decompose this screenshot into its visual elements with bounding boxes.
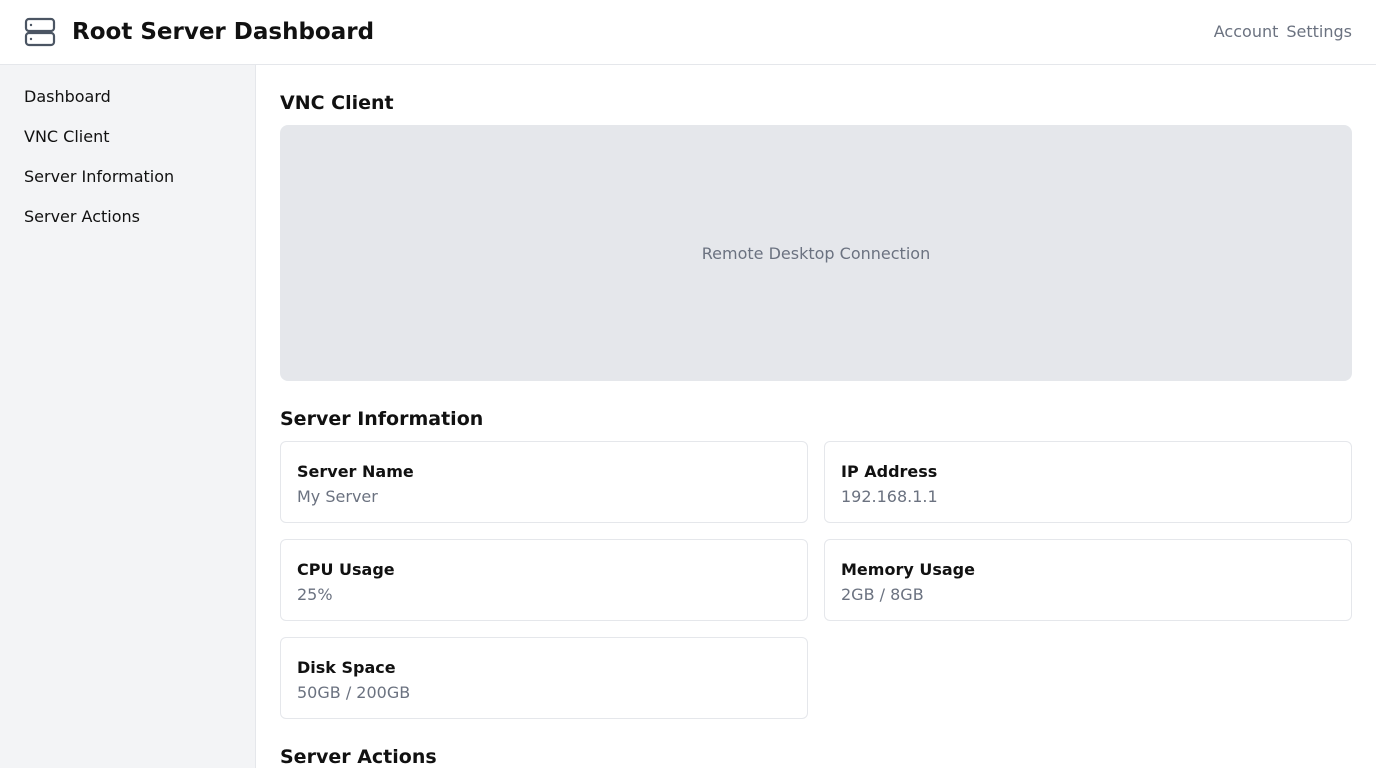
vnc-section-title: VNC Client <box>280 92 394 114</box>
info-card-server-name: Server Name My Server <box>280 441 808 523</box>
main-content: VNC Client Remote Desktop Connection Ser… <box>280 65 1352 768</box>
info-card-label: Disk Space <box>297 658 396 677</box>
top-nav: Account Settings <box>1214 22 1352 42</box>
info-card-label: Memory Usage <box>841 560 975 579</box>
info-card-memory-usage: Memory Usage 2GB / 8GB <box>824 539 1352 621</box>
info-card-value: 25% <box>297 585 333 604</box>
info-card-value: 50GB / 200GB <box>297 683 411 702</box>
info-card-value: My Server <box>297 487 378 506</box>
sidebar-item-dashboard[interactable]: Dashboard <box>24 85 255 125</box>
info-card-label: IP Address <box>841 462 938 481</box>
sidebar: Dashboard VNC Client Server Information … <box>0 65 256 768</box>
sidebar-item-vnc-client[interactable]: VNC Client <box>24 125 255 165</box>
info-card-label: Server Name <box>297 462 414 481</box>
app-title: Root Server Dashboard <box>72 19 375 45</box>
app-header: Root Server Dashboard Account Settings <box>0 0 1376 65</box>
info-card-value: 192.168.1.1 <box>841 487 938 506</box>
sidebar-item-server-actions[interactable]: Server Actions <box>24 205 255 245</box>
vnc-placeholder-text: Remote Desktop Connection <box>701 243 931 263</box>
sidebar-item-server-information[interactable]: Server Information <box>24 165 255 205</box>
server-info-section-title: Server Information <box>280 408 484 430</box>
info-card-label: CPU Usage <box>297 560 395 579</box>
server-actions-section-title: Server Actions <box>280 746 437 768</box>
info-card-value: 2GB / 8GB <box>841 585 924 604</box>
settings-link[interactable]: Settings <box>1286 22 1352 42</box>
info-card-disk-space: Disk Space 50GB / 200GB <box>280 637 808 719</box>
account-link[interactable]: Account <box>1214 22 1279 42</box>
server-stack-icon <box>24 17 56 47</box>
vnc-viewer[interactable]: Remote Desktop Connection <box>280 125 1352 381</box>
info-card-ip-address: IP Address 192.168.1.1 <box>824 441 1352 523</box>
info-card-cpu-usage: CPU Usage 25% <box>280 539 808 621</box>
